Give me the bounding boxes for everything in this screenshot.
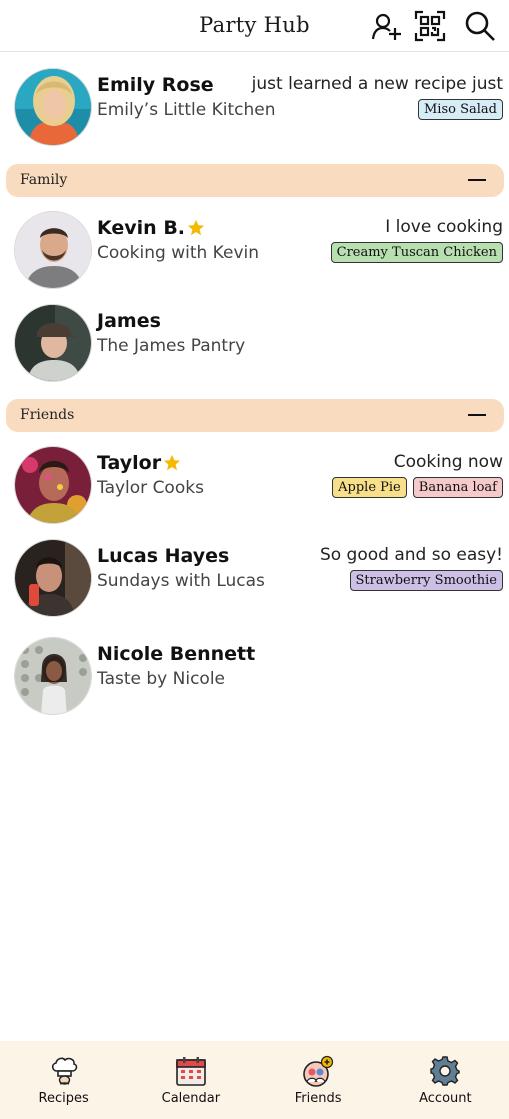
recipe-tag[interactable]: Banana loaf: [412, 477, 503, 498]
status-text: just learned a new recipe just: [251, 74, 503, 94]
group-header-friends[interactable]: Friends: [6, 399, 504, 432]
friends-icon: [303, 1055, 334, 1087]
friend-name: Lucas Hayes: [97, 545, 230, 567]
minus-icon[interactable]: [468, 414, 486, 416]
avatar: [14, 211, 92, 289]
friend-row[interactable]: James The James Pantry: [0, 292, 509, 382]
group-label: Family: [20, 172, 68, 188]
friend-row[interactable]: Kevin B. Cooking with Kevin I love cooki…: [0, 199, 509, 289]
kitchen-name: Taste by Nicole: [97, 669, 225, 689]
friend-name: James: [97, 310, 161, 332]
qr-code-button[interactable]: [412, 8, 448, 44]
friend-name: Emily Rose: [97, 74, 214, 96]
status-text: I love cooking: [385, 217, 503, 237]
calendar-icon: [176, 1057, 206, 1086]
recipe-tag[interactable]: Miso Salad: [418, 99, 503, 120]
recipe-tag[interactable]: Apple Pie: [332, 477, 407, 498]
bottom-tab-bar: Recipes Calendar Friends Account: [0, 1041, 509, 1119]
group-label: Friends: [20, 407, 75, 423]
avatar: [14, 304, 92, 382]
tab-label: Recipes: [38, 1091, 89, 1106]
recipe-tag[interactable]: Creamy Tuscan Chicken: [330, 242, 503, 263]
avatar: [14, 637, 92, 715]
kitchen-name: Cooking with Kevin: [97, 243, 259, 263]
gear-icon: [430, 1056, 461, 1086]
friend-row[interactable]: Lucas Hayes Sundays with Lucas So good a…: [0, 527, 509, 617]
minus-icon[interactable]: [468, 179, 486, 181]
qr-code-icon: [414, 10, 446, 42]
friend-row[interactable]: Nicole Bennett Taste by Nicole: [0, 625, 509, 715]
my-profile-row[interactable]: Emily Rose Emily’s Little Kitchen just l…: [0, 56, 509, 146]
star-icon: [163, 454, 181, 471]
friend-name: Taylor: [97, 452, 162, 474]
tab-recipes[interactable]: Recipes: [0, 1041, 127, 1119]
status-text: So good and so easy!: [319, 545, 503, 565]
search-button[interactable]: [462, 8, 498, 44]
status-text: Cooking now: [393, 452, 503, 472]
avatar: [14, 446, 92, 524]
add-friend-button[interactable]: [369, 8, 405, 44]
search-icon: [465, 11, 495, 41]
avatar: [14, 539, 92, 617]
kitchen-name: The James Pantry: [97, 336, 246, 356]
tab-label: Account: [419, 1091, 472, 1106]
tab-calendar[interactable]: Calendar: [127, 1041, 254, 1119]
app-header: Party Hub: [0, 0, 509, 52]
add-friend-icon: [371, 13, 401, 40]
kitchen-name: Taylor Cooks: [97, 478, 204, 498]
kitchen-name: Sundays with Lucas: [97, 571, 265, 591]
friend-name: Kevin B.: [97, 217, 186, 239]
tab-friends[interactable]: Friends: [255, 1041, 382, 1119]
avatar: [14, 68, 92, 146]
tab-label: Calendar: [161, 1091, 221, 1106]
chef-hat-icon: [51, 1057, 77, 1085]
recipe-tag[interactable]: Strawberry Smoothie: [349, 570, 503, 591]
friend-name: Nicole Bennett: [97, 643, 256, 665]
group-header-family[interactable]: Family: [6, 164, 504, 197]
star-icon: [187, 219, 205, 236]
tab-account[interactable]: Account: [382, 1041, 509, 1119]
kitchen-name: Emily’s Little Kitchen: [97, 100, 276, 120]
tab-label: Friends: [294, 1091, 342, 1106]
friend-row[interactable]: Taylor Taylor Cooks Cooking now Apple Pi…: [0, 434, 509, 524]
